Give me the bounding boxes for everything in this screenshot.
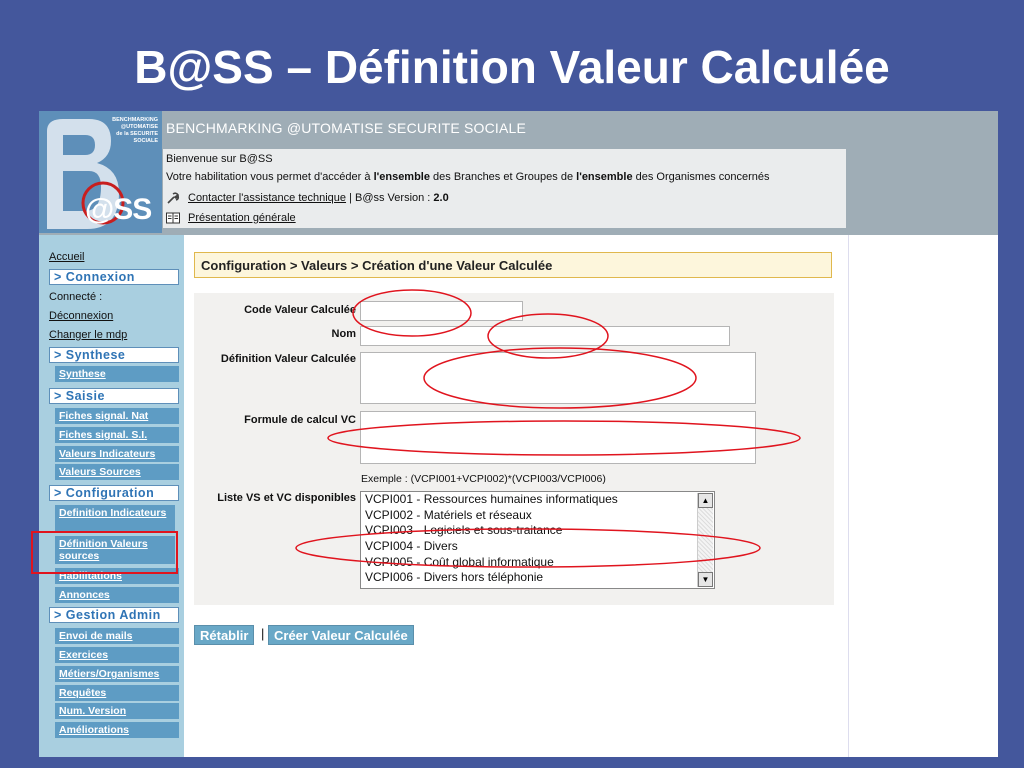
logo-small-text: BENCHMARKING @UTOMATISE de la SECURITE S…: [112, 117, 158, 144]
sidebar-item-exercices[interactable]: Exercices: [55, 647, 179, 663]
creer-valeur-calculee-button[interactable]: Créer Valeur Calculée: [268, 625, 414, 645]
list-option[interactable]: VCPI005 - Coût global informatique: [361, 555, 714, 571]
slide-title: B@SS – Définition Valeur Calculée: [134, 41, 890, 93]
connecte-label: Connecté :: [49, 291, 103, 303]
listbox-scrollbar[interactable]: ▲ ▼: [697, 493, 713, 587]
header: BENCHMARKING @UTOMATISE de la SECURITE S…: [39, 111, 998, 235]
sidebar-accueil[interactable]: Accueil: [49, 251, 84, 263]
formule-label: Formule de calcul VC: [244, 414, 356, 426]
bass-logo: BENCHMARKING @UTOMATISE de la SECURITE S…: [39, 111, 162, 233]
section-synthese[interactable]: > Synthese: [49, 347, 179, 363]
list-option[interactable]: VCPI004 - Divers: [361, 539, 714, 555]
contact-row: Contacter l'assistance technique | B@ss …: [166, 192, 449, 204]
app-window: BENCHMARKING @UTOMATISE de la SECURITE S…: [39, 111, 998, 757]
breadcrumb: Configuration > Valeurs > Création d'une…: [194, 252, 832, 278]
list-option[interactable]: VCPI006 - Divers hors téléphonie: [361, 570, 714, 586]
sidebar-item-annonces[interactable]: Annonces: [55, 587, 179, 603]
formule-textarea[interactable]: [360, 411, 756, 464]
sidebar-changer-mdp[interactable]: Changer le mdp: [49, 329, 127, 341]
nom-input[interactable]: [360, 326, 730, 346]
retablir-button[interactable]: Rétablir: [194, 625, 255, 645]
welcome-panel: Bienvenue sur B@SS Votre habilitation vo…: [163, 149, 846, 228]
main-content: Configuration > Valeurs > Création d'une…: [184, 235, 848, 757]
presentation-link[interactable]: Présentation générale: [188, 212, 296, 224]
list-option[interactable]: VCPI001 - Ressources humaines informatiq…: [361, 492, 714, 508]
button-separator: |: [261, 626, 265, 641]
sidebar-item-synthese[interactable]: Synthese: [55, 366, 179, 382]
sidebar-item-metiers-organismes[interactable]: Métiers/Organismes: [55, 666, 179, 682]
scrollbar-track[interactable]: [698, 508, 713, 572]
definition-label: Définition Valeur Calculée: [220, 353, 356, 365]
sidebar-item-requetes[interactable]: Requêtes: [55, 685, 179, 701]
formula-example: Exemple : (VCPI001+VCPI002)*(VCPI003/VCP…: [361, 473, 606, 485]
liste-vs-vc-listbox[interactable]: VCPI001 - Ressources humaines informatiq…: [360, 491, 715, 589]
logo-text: @SS: [85, 193, 152, 226]
scroll-up-icon[interactable]: ▲: [698, 493, 713, 508]
habilitation-text: Votre habilitation vous permet d'accéder…: [166, 171, 770, 183]
sidebar-item-valeurs-sources[interactable]: Valeurs Sources: [55, 464, 179, 480]
right-panel: [848, 235, 998, 757]
section-configuration[interactable]: > Configuration: [49, 485, 179, 501]
section-connexion[interactable]: > Connexion: [49, 269, 179, 285]
version-number: 2.0: [433, 192, 449, 204]
sidebar-item-envoi-mails[interactable]: Envoi de mails: [55, 628, 179, 644]
book-icon: [166, 212, 180, 224]
nom-label: Nom: [331, 328, 356, 340]
valeur-calculee-form: Code Valeur Calculée Nom Définition Vale…: [194, 293, 834, 605]
section-saisie[interactable]: > Saisie: [49, 388, 179, 404]
list-option[interactable]: VCPI002 - Matériels et réseaux: [361, 508, 714, 524]
sidebar-item-definition-indicateurs[interactable]: Definition Indicateurs: [55, 505, 175, 533]
contact-assistance-link[interactable]: Contacter l'assistance technique: [188, 192, 346, 204]
sidebar-item-num-version[interactable]: Num. Version: [55, 703, 179, 719]
sidebar-item-fiches-nat[interactable]: Fiches signal. Nat: [55, 408, 179, 424]
welcome-text: Bienvenue sur B@SS: [166, 153, 273, 165]
list-option[interactable]: VCPI003 - Logiciels et sous-traitance: [361, 523, 714, 539]
wrench-icon: [166, 192, 180, 204]
app-name: BENCHMARKING @UTOMATISE SECURITE SOCIALE: [166, 120, 527, 136]
sidebar-item-habilitations[interactable]: Habilitations: [55, 568, 179, 584]
sidebar-item-fiches-si[interactable]: Fiches signal. S.I.: [55, 427, 179, 443]
sidebar-item-valeurs-indicateurs[interactable]: Valeurs Indicateurs: [55, 446, 179, 462]
code-label: Code Valeur Calculée: [244, 304, 356, 316]
sidebar-deconnexion[interactable]: Déconnexion: [49, 310, 113, 322]
sidebar: Accueil > Connexion Connecté : Déconnexi…: [39, 235, 184, 757]
sidebar-item-definition-valeurs-sources[interactable]: Définition Valeurs sources: [55, 536, 175, 564]
definition-textarea[interactable]: [360, 352, 756, 404]
presentation-row: Présentation générale: [166, 212, 296, 224]
code-valeur-input[interactable]: [360, 301, 523, 321]
section-gestion-admin[interactable]: > Gestion Admin: [49, 607, 179, 623]
sidebar-item-ameliorations[interactable]: Améliorations: [55, 722, 179, 738]
scroll-down-icon[interactable]: ▼: [698, 572, 713, 587]
liste-label: Liste VS et VC disponibles: [217, 492, 356, 504]
